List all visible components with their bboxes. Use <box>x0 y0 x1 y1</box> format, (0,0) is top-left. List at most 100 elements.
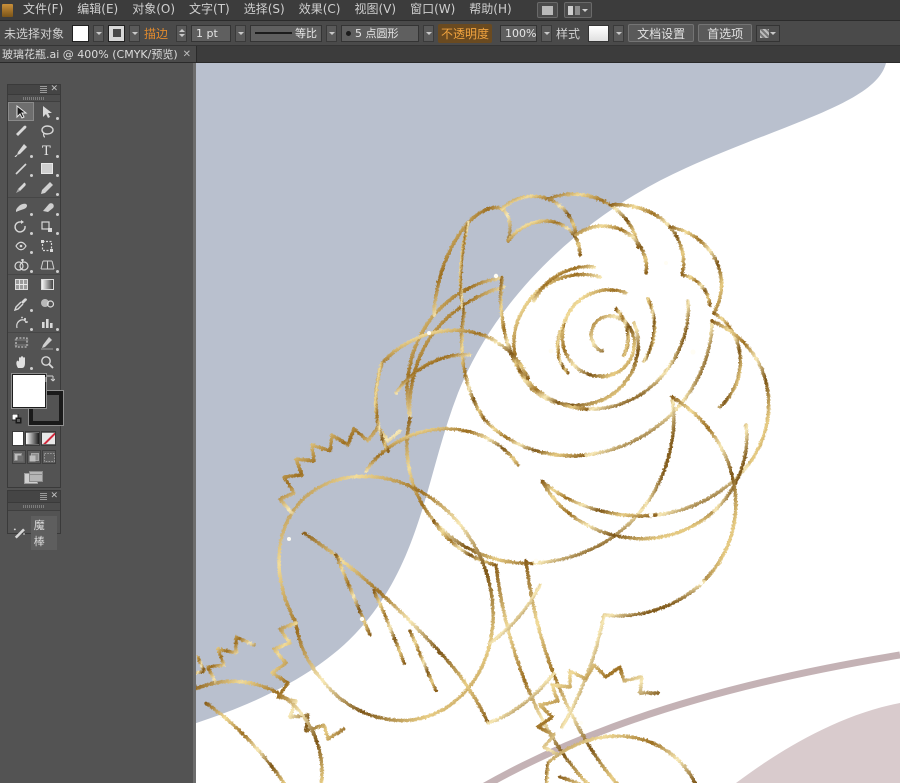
brush-definition-select[interactable]: 5 点圆形 <box>341 24 420 42</box>
preferences-button[interactable]: 首选项 <box>698 24 753 42</box>
control-bar: 未选择对象 描边 1 pt 等比 5 点圆形 不透明度 100% 样式 文档设置… <box>0 21 900 46</box>
default-fill-stroke-icon[interactable] <box>12 414 22 424</box>
paint-mode-row <box>12 431 56 446</box>
stroke-weight-input[interactable]: 1 pt <box>191 24 232 42</box>
artboard-canvas[interactable] <box>196 63 900 783</box>
perspective-grid-tool[interactable] <box>34 255 60 274</box>
width-tool[interactable] <box>8 236 34 255</box>
tools-grid: T <box>8 102 60 371</box>
application-background <box>61 63 193 783</box>
magic-wand-icon <box>13 527 25 539</box>
document-tab-bar: 玻璃花瓶.ai @ 400% (CMYK/预览) ✕ <box>0 46 900 63</box>
brush-label: 5 点圆形 <box>355 27 399 40</box>
none-mode-button[interactable] <box>41 431 56 446</box>
tools-panel-drag-strip[interactable] <box>8 95 60 103</box>
gradient-tool[interactable] <box>34 275 60 294</box>
stroke-swatch-dropdown[interactable] <box>129 24 141 42</box>
tab-bar-empty <box>197 46 900 62</box>
free-transform-tool[interactable] <box>34 236 60 255</box>
draw-mode-row <box>12 450 56 464</box>
rectangle-tool[interactable] <box>34 159 60 178</box>
stroke-weight-dropdown[interactable] <box>235 24 247 42</box>
draw-normal-button[interactable] <box>12 450 26 464</box>
shape-builder-tool[interactable] <box>8 255 34 274</box>
fill-stroke-control <box>12 374 63 426</box>
paintbrush-tool[interactable] <box>8 178 34 197</box>
menu-select[interactable]: 选择(S) <box>237 0 292 20</box>
color-mode-button[interactable] <box>12 431 24 446</box>
menu-window[interactable]: 窗口(W) <box>403 0 462 20</box>
opacity-dropdown[interactable] <box>541 24 553 42</box>
stroke-color-swatch[interactable] <box>108 24 126 42</box>
draw-behind-button[interactable] <box>27 450 41 464</box>
magic-wand-panel-header[interactable]: ✕ <box>8 491 60 503</box>
pen-tool[interactable] <box>8 140 34 159</box>
stroke-weight-stepper[interactable] <box>176 24 188 42</box>
eraser-tool[interactable] <box>34 198 60 217</box>
document-tab-label: 玻璃花瓶.ai @ 400% (CMYK/预览) <box>2 48 178 61</box>
document-tab[interactable]: 玻璃花瓶.ai @ 400% (CMYK/预览) ✕ <box>0 46 198 62</box>
go-to-bridge-icon[interactable] <box>536 2 558 18</box>
symbol-sprayer-tool[interactable] <box>8 313 34 332</box>
document-setup-button[interactable]: 文档设置 <box>628 24 695 42</box>
collapse-icon[interactable] <box>40 86 48 94</box>
opacity-label[interactable]: 不透明度 <box>438 23 493 43</box>
collapse-icon[interactable] <box>40 493 48 500</box>
rotate-tool[interactable] <box>8 217 34 236</box>
menu-object[interactable]: 对象(O) <box>125 0 182 20</box>
artwork-svg <box>196 63 900 783</box>
variable-width-profile-select[interactable]: 等比 <box>250 24 323 42</box>
magic-wand-panel-title: 魔棒 <box>30 516 57 550</box>
close-icon[interactable]: ✕ <box>183 49 191 60</box>
graphic-style-dropdown[interactable] <box>613 24 625 42</box>
illustrator-window: 文件(F) 编辑(E) 对象(O) 文字(T) 选择(S) 效果(C) 视图(V… <box>0 0 900 783</box>
type-tool[interactable]: T <box>34 140 60 159</box>
blob-brush-tool[interactable] <box>8 198 34 217</box>
line-segment-tool[interactable] <box>8 159 34 178</box>
swap-fill-stroke-icon[interactable] <box>44 374 55 385</box>
stroke-weight-label[interactable]: 描边 <box>144 25 168 42</box>
lasso-tool[interactable] <box>34 121 60 140</box>
workspace-switcher-icon[interactable] <box>756 24 781 42</box>
direct-selection-tool[interactable] <box>34 102 60 121</box>
menu-effect[interactable]: 效果(C) <box>292 0 348 20</box>
column-graph-tool[interactable] <box>34 313 60 332</box>
fill-swatch-large[interactable] <box>12 374 46 409</box>
arrange-documents-icon[interactable] <box>563 2 592 18</box>
menu-edit[interactable]: 编辑(E) <box>70 0 125 20</box>
magic-wand-tool[interactable] <box>8 121 34 140</box>
menu-help[interactable]: 帮助(H) <box>462 0 518 20</box>
magic-wand-panel: ✕ 魔棒 <box>7 490 61 550</box>
close-icon[interactable]: ✕ <box>50 492 58 501</box>
selection-tool[interactable] <box>8 102 34 122</box>
scale-tool[interactable] <box>34 217 60 236</box>
gradient-mode-button[interactable] <box>25 431 40 446</box>
zoom-tool[interactable] <box>34 352 60 371</box>
screen-mode-button[interactable] <box>22 469 46 487</box>
fill-color-swatch[interactable] <box>72 24 90 42</box>
tools-panel-header[interactable]: ✕ <box>8 85 60 96</box>
draw-inside-button[interactable] <box>42 450 56 464</box>
style-label: 样式 <box>556 26 581 41</box>
slice-tool[interactable] <box>34 333 60 352</box>
magic-wand-drag-strip[interactable] <box>8 503 60 511</box>
close-icon[interactable]: ✕ <box>50 85 58 94</box>
profile-dropdown[interactable] <box>326 24 338 42</box>
hand-tool[interactable] <box>8 352 34 371</box>
fill-swatch-dropdown[interactable] <box>93 24 105 42</box>
menu-view[interactable]: 视图(V) <box>347 0 403 20</box>
artboard-tool[interactable] <box>8 333 34 352</box>
brush-dropdown[interactable] <box>423 24 435 42</box>
screen-mode-row <box>8 469 60 487</box>
blend-tool[interactable] <box>34 294 60 313</box>
menu-type[interactable]: 文字(T) <box>182 0 237 20</box>
illustrator-logo-icon <box>2 3 13 17</box>
opacity-input[interactable]: 100% <box>500 24 538 42</box>
menu-file[interactable]: 文件(F) <box>16 0 70 20</box>
menu-bar: 文件(F) 编辑(E) 对象(O) 文字(T) 选择(S) 效果(C) 视图(V… <box>0 0 900 21</box>
pencil-tool[interactable] <box>34 178 60 197</box>
mesh-tool[interactable] <box>8 275 34 294</box>
graphic-style-swatch[interactable] <box>588 24 610 42</box>
profile-label: 等比 <box>295 27 318 40</box>
eyedropper-tool[interactable] <box>8 294 34 313</box>
